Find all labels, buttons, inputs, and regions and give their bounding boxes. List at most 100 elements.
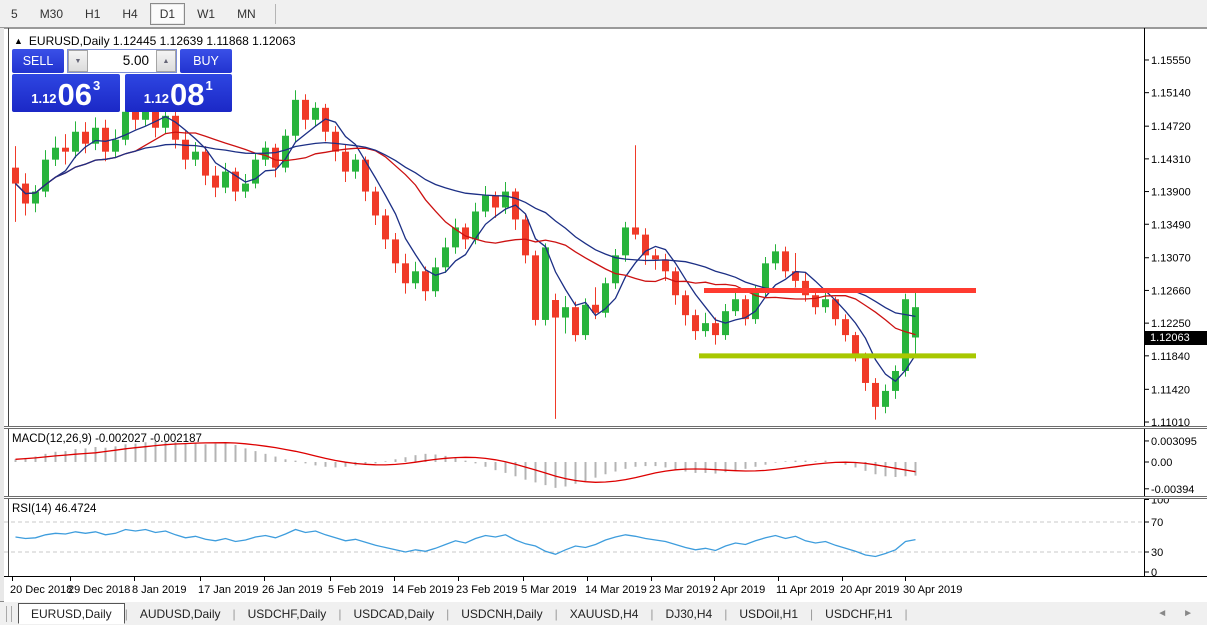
rsi-axis-label: 70 [1151, 517, 1163, 529]
candle [792, 253, 799, 287]
price-axis-label: 1.11420 [1151, 384, 1190, 396]
chart-tab-usdchf-h1[interactable]: USDCHF,H1 [813, 605, 904, 623]
timeframe-button-m30[interactable]: M30 [30, 3, 73, 25]
candle [322, 104, 329, 141]
candle [72, 121, 79, 158]
candle [452, 219, 459, 254]
sell-price-box[interactable]: 1.12 06 3 [12, 74, 120, 112]
chart-tab-usdcnh-daily[interactable]: USDCNH,Daily [449, 605, 554, 623]
price-axis-label: 1.15140 [1151, 88, 1191, 100]
macd-axis-label: 0.003095 [1151, 436, 1197, 448]
tabbar-grip[interactable] [6, 606, 12, 622]
sell-price-big: 06 [58, 82, 92, 108]
chart-tab-audusd-daily[interactable]: AUDUSD,Daily [128, 605, 233, 623]
candle [542, 243, 549, 325]
candle [532, 251, 539, 326]
candle [642, 228, 649, 265]
time-axis-label: 14 Feb 2019 [392, 584, 454, 596]
candle [562, 296, 569, 333]
tab-separator: | [905, 607, 908, 621]
current-price-badge: 1.12063 [1145, 331, 1207, 345]
time-axis-tick [523, 577, 524, 581]
time-axis-tick [842, 577, 843, 581]
sell-button[interactable]: SELL [12, 49, 64, 73]
volume-decrease-button[interactable]: ▼ [68, 50, 88, 72]
rsi-chart-canvas[interactable]: 10070300 [4, 499, 1207, 576]
volume-field[interactable]: 5.00 [88, 50, 156, 72]
time-axis-tick [70, 577, 71, 581]
candle [712, 318, 719, 345]
rsi-line [16, 530, 916, 557]
time-axis-tick [778, 577, 779, 581]
time-axis-tick [651, 577, 652, 581]
candle [392, 233, 399, 273]
candle [742, 295, 749, 325]
timeframe-toolbar: 5M30H1H4D1W1MN [0, 0, 1207, 28]
chart-tab-eurusd-daily[interactable]: EURUSD,Daily [18, 603, 125, 624]
candle [182, 131, 189, 169]
toolbar-separator [275, 4, 276, 24]
candle [402, 254, 409, 294]
price-axis-label: 1.11840 [1151, 351, 1190, 363]
price-axis-label: 1.15550 [1151, 55, 1191, 67]
candle [112, 129, 119, 158]
candle [662, 254, 669, 281]
rsi-axis-label: 100 [1151, 499, 1169, 507]
chart-tab-bar: EURUSD,Daily|AUDUSD,Daily|USDCHF,Daily|U… [0, 601, 1207, 625]
timeframe-button-h4[interactable]: H4 [112, 3, 147, 25]
candle [602, 278, 609, 318]
volume-increase-button[interactable]: ▲ [156, 50, 176, 72]
chart-tab-usdcad-daily[interactable]: USDCAD,Daily [341, 605, 446, 623]
chart-window: 1.155501.151401.147201.143101.139001.134… [0, 28, 1207, 601]
time-axis-label: 2 Apr 2019 [712, 584, 765, 596]
chart-tab-usdchf-daily[interactable]: USDCHF,Daily [236, 605, 339, 623]
tab-scroll-right-icon[interactable]: ► [1183, 608, 1193, 619]
candle [52, 137, 59, 167]
candle [772, 244, 779, 270]
time-axis-label: 30 Apr 2019 [903, 584, 962, 596]
timeframe-button-d1[interactable]: D1 [150, 3, 185, 25]
sell-price-small: 1.12 [31, 91, 56, 106]
tab-scroll-left-icon[interactable]: ◄ [1157, 608, 1167, 619]
candle [612, 249, 619, 289]
timeframe-button-h1[interactable]: H1 [75, 3, 110, 25]
candle [802, 272, 809, 302]
price-axis-label: 1.14310 [1151, 154, 1191, 166]
candle [62, 134, 69, 164]
chart-title-text: EURUSD,Daily 1.12445 1.12639 1.11868 1.1… [29, 34, 296, 48]
time-axis-tick [200, 577, 201, 581]
buy-price-box[interactable]: 1.12 08 1 [125, 74, 233, 112]
candle [442, 238, 449, 273]
candle [362, 156, 369, 201]
chart-tab-usdoil-h1[interactable]: USDOil,H1 [727, 605, 810, 623]
collapse-icon[interactable]: ▲ [14, 36, 23, 46]
candle [912, 292, 919, 353]
candle [42, 150, 49, 197]
time-axis-label: 8 Jan 2019 [132, 584, 186, 596]
chart-tab-dj30-h4[interactable]: DJ30,H4 [654, 605, 725, 623]
candle [412, 262, 419, 289]
price-axis-label: 1.13490 [1151, 219, 1191, 231]
time-axis-tick [714, 577, 715, 581]
chart-tab-xauusd-h4[interactable]: XAUUSD,H4 [558, 605, 651, 623]
candle [352, 154, 359, 179]
price-axis-label: 1.11010 [1151, 417, 1190, 426]
candle [812, 290, 819, 314]
timeframe-button-5[interactable]: 5 [1, 3, 28, 25]
candle [702, 313, 709, 337]
candle [482, 186, 489, 217]
candle [232, 168, 239, 201]
time-axis-label: 5 Mar 2019 [521, 584, 577, 596]
candle [382, 209, 389, 249]
timeframe-button-w1[interactable]: W1 [187, 3, 225, 25]
buy-button[interactable]: BUY [180, 49, 232, 73]
time-axis-label: 23 Mar 2019 [649, 584, 711, 596]
time-axis-label: 23 Feb 2019 [456, 584, 518, 596]
timeframe-button-mn[interactable]: MN [227, 3, 266, 25]
candle [622, 222, 629, 262]
candle [692, 310, 699, 340]
time-axis-tick [905, 577, 906, 581]
tab-scroll-arrows: ◄► [1157, 608, 1193, 619]
time-axis-tick [587, 577, 588, 581]
candle [172, 110, 179, 148]
